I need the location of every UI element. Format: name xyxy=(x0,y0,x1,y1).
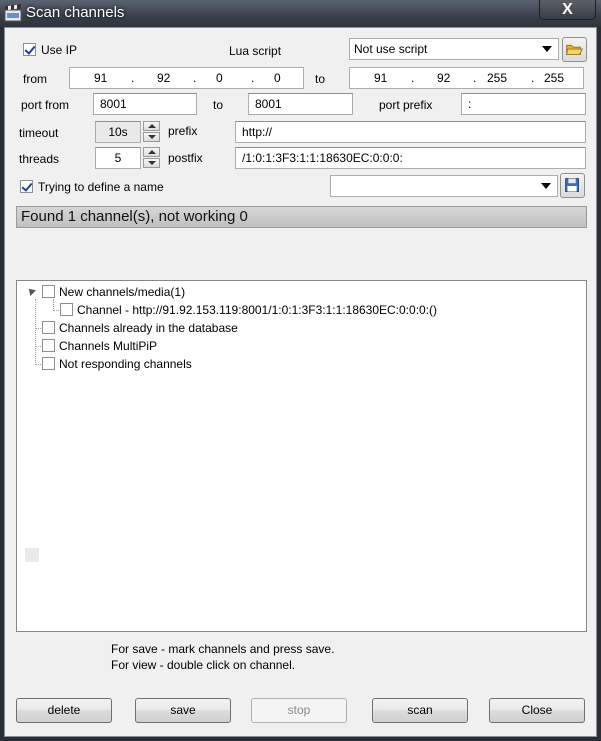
ip-from-octet-2: 92 xyxy=(157,71,171,85)
ip-dot: . xyxy=(411,71,415,85)
define-name-label: Trying to define a name xyxy=(38,180,164,194)
timeout-increment-button[interactable] xyxy=(143,121,160,131)
close-icon: X xyxy=(562,1,573,18)
floppy-disk-icon xyxy=(565,178,579,192)
port-to-input[interactable]: 8001 xyxy=(248,93,353,115)
delete-button[interactable]: delete xyxy=(16,698,112,723)
folder-open-icon xyxy=(566,44,584,56)
ip-to-octet-3: 255 xyxy=(487,71,508,85)
not-responding-checkbox[interactable] xyxy=(42,357,55,370)
use-ip-label: Use IP xyxy=(41,43,78,57)
save-names-button[interactable] xyxy=(560,173,585,198)
port-to-label: to xyxy=(213,98,224,112)
ip-from-octet-1: 91 xyxy=(94,71,108,85)
port-from-label: port from xyxy=(21,98,70,112)
dialog-body: Use IP Lua script Not use script from 91… xyxy=(4,27,597,737)
lua-script-selected: Not use script xyxy=(354,42,428,56)
ip-to-octet-1: 91 xyxy=(374,71,388,85)
ip-dot: . xyxy=(193,71,197,85)
lua-script-label: Lua script xyxy=(229,44,282,58)
tree-connector xyxy=(35,299,36,365)
in-database-checkbox[interactable] xyxy=(42,321,55,334)
timeout-input[interactable]: 10s xyxy=(95,121,141,143)
scan-button[interactable]: scan xyxy=(372,698,468,723)
chevron-down-icon xyxy=(542,46,552,52)
collapse-arrow-icon[interactable] xyxy=(26,286,36,296)
new-channels-checkbox[interactable] xyxy=(42,285,55,298)
channel-checkbox[interactable] xyxy=(60,303,73,316)
chevron-down-icon xyxy=(541,183,551,189)
ip-to-octet-2: 92 xyxy=(437,71,451,85)
timeout-label: timeout xyxy=(19,126,59,140)
define-name-checkbox[interactable] xyxy=(20,180,33,193)
ip-dot: . xyxy=(131,71,135,85)
ip-dot: . xyxy=(251,71,255,85)
ip-to-octet-4: 255 xyxy=(544,71,565,85)
prefix-input[interactable]: http:// xyxy=(235,121,586,143)
ip-dot: . xyxy=(531,71,535,85)
multipip-checkbox[interactable] xyxy=(42,339,55,352)
timeout-decrement-button[interactable] xyxy=(143,132,160,142)
postfix-input[interactable]: /1:0:1:3F3:1:1:18630EC:0:0:0: xyxy=(235,147,586,169)
save-button[interactable]: save xyxy=(135,698,231,723)
not-responding-label: Not responding channels xyxy=(59,357,192,371)
save-hint: For save - mark channels and press save. xyxy=(111,642,335,656)
ip-from-octet-4: 0 xyxy=(274,71,281,85)
ip-to-field[interactable]: 91 . 92 . 255 . 255 xyxy=(349,67,584,89)
view-hint: For view - double click on channel. xyxy=(111,658,296,672)
close-window-button[interactable]: X xyxy=(539,0,596,20)
threads-increment-button[interactable] xyxy=(143,147,160,157)
close-button[interactable]: Close xyxy=(489,698,585,723)
preview-placeholder xyxy=(25,548,39,562)
threads-decrement-button[interactable] xyxy=(143,158,160,168)
new-channels-label: New channels/media(1) xyxy=(59,285,186,299)
ip-dot: . xyxy=(473,71,477,85)
multipip-label: Channels MultiPiP xyxy=(59,339,158,353)
threads-label: threads xyxy=(19,152,60,166)
in-database-label: Channels already in the database xyxy=(59,321,238,335)
ip-from-octet-3: 0 xyxy=(216,71,223,85)
to-label: to xyxy=(315,72,326,86)
scan-status-bar: Found 1 channel(s), not working 0 xyxy=(16,206,587,228)
port-prefix-input[interactable]: : xyxy=(461,93,586,115)
from-label: from xyxy=(23,72,47,86)
title-bar: Scan channels X xyxy=(0,0,601,27)
lua-script-select[interactable]: Not use script xyxy=(349,38,559,60)
port-from-input[interactable]: 8001 xyxy=(93,93,197,115)
port-prefix-label: port prefix xyxy=(379,98,433,112)
ip-from-field[interactable]: 91 . 92 . 0 . 0 xyxy=(69,67,304,89)
name-source-select[interactable] xyxy=(330,175,558,197)
threads-input[interactable]: 5 xyxy=(95,147,141,169)
stop-button[interactable]: stop xyxy=(251,698,347,723)
channels-tree[interactable]: New channels/media(1) Channel - http://9… xyxy=(16,280,587,632)
use-ip-checkbox[interactable] xyxy=(23,43,36,56)
open-script-button[interactable] xyxy=(562,37,587,62)
clapperboard-icon xyxy=(4,4,22,22)
postfix-label: postfix xyxy=(168,151,203,165)
channel-label: Channel - http://91.92.153.119:8001/1:0:… xyxy=(77,303,438,317)
prefix-label: prefix xyxy=(168,124,198,138)
window-title: Scan channels xyxy=(26,4,125,21)
